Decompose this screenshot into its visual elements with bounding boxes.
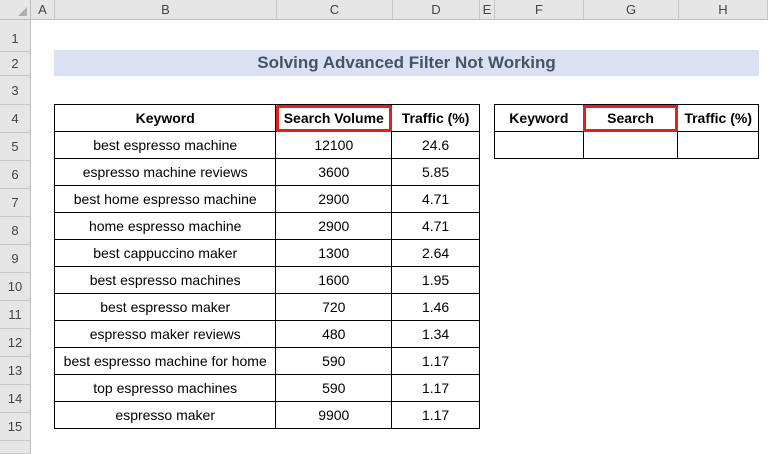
- criteria-keyword-cell[interactable]: [494, 131, 584, 159]
- criteria-header-traffic[interactable]: Traffic (%): [677, 104, 759, 132]
- traffic-cell[interactable]: 1.46: [391, 293, 480, 321]
- column-header-d[interactable]: D: [393, 0, 480, 20]
- header-keyword[interactable]: Keyword: [53, 104, 277, 132]
- keyword-cell[interactable]: best home espresso machine: [53, 185, 277, 213]
- header-traffic[interactable]: Traffic (%): [391, 104, 480, 132]
- sheet-title: Solving Advanced Filter Not Working: [54, 50, 759, 76]
- column-header-a[interactable]: A: [31, 0, 55, 20]
- traffic-cell[interactable]: 5.85: [391, 158, 480, 186]
- traffic-cell[interactable]: 2.64: [391, 239, 480, 267]
- volume-cell[interactable]: 720: [275, 293, 393, 321]
- volume-cell[interactable]: 2900: [275, 185, 393, 213]
- table-row: home espresso machine 2900 4.71: [53, 212, 480, 240]
- table-row: best espresso maker 720 1.46: [53, 293, 480, 321]
- criteria-value-row: [494, 131, 759, 159]
- table-row: best espresso machines 1600 1.95: [53, 266, 480, 294]
- volume-cell[interactable]: 9900: [275, 401, 393, 429]
- volume-cell[interactable]: 590: [275, 374, 393, 402]
- keyword-cell[interactable]: best cappuccino maker: [53, 239, 277, 267]
- traffic-cell[interactable]: 1.17: [391, 347, 480, 375]
- header-search-volume[interactable]: Search Volume: [275, 104, 393, 132]
- volume-cell[interactable]: 12100: [275, 131, 393, 159]
- keyword-cell[interactable]: home espresso machine: [53, 212, 277, 240]
- traffic-cell[interactable]: 4.71: [391, 212, 480, 240]
- criteria-traffic-cell[interactable]: [677, 131, 759, 159]
- table-row: top espresso machines 590 1.17: [53, 374, 480, 402]
- volume-cell[interactable]: 590: [275, 347, 393, 375]
- row-header-3[interactable]: 3: [0, 76, 31, 105]
- volume-cell[interactable]: 3600: [275, 158, 393, 186]
- table-row: best cappuccino maker 1300 2.64: [53, 239, 480, 267]
- row-header-13[interactable]: 13: [0, 357, 31, 385]
- column-header-g[interactable]: G: [584, 0, 679, 20]
- row-header-11[interactable]: 11: [0, 301, 31, 329]
- keyword-cell[interactable]: best espresso maker: [53, 293, 277, 321]
- row-header-8[interactable]: 8: [0, 217, 31, 245]
- criteria-search-cell[interactable]: [582, 131, 679, 159]
- row-header-9[interactable]: 9: [0, 245, 31, 273]
- traffic-cell[interactable]: 1.95: [391, 266, 480, 294]
- select-all-corner[interactable]: [0, 0, 31, 20]
- column-header-h[interactable]: H: [679, 0, 768, 20]
- keyword-cell[interactable]: espresso maker reviews: [53, 320, 277, 348]
- criteria-header-search[interactable]: Search: [582, 104, 679, 132]
- row-header-7[interactable]: 7: [0, 189, 31, 217]
- traffic-cell[interactable]: 1.17: [391, 374, 480, 402]
- row-header-6[interactable]: 6: [0, 161, 31, 189]
- keyword-cell[interactable]: espresso machine reviews: [53, 158, 277, 186]
- row-header-16-partial: [0, 441, 31, 454]
- data-table-header-row: Keyword Search Volume Traffic (%): [53, 104, 480, 132]
- row-header-10[interactable]: 10: [0, 273, 31, 301]
- keyword-cell[interactable]: best espresso machine for home: [53, 347, 277, 375]
- volume-cell[interactable]: 1300: [275, 239, 393, 267]
- select-all-icon: [18, 7, 27, 16]
- volume-cell[interactable]: 2900: [275, 212, 393, 240]
- table-row: espresso maker 9900 1.17: [53, 401, 480, 429]
- traffic-cell[interactable]: 24.6: [391, 131, 480, 159]
- traffic-cell[interactable]: 4.71: [391, 185, 480, 213]
- volume-cell[interactable]: 480: [275, 320, 393, 348]
- row-header-15[interactable]: 15: [0, 413, 31, 441]
- keyword-cell[interactable]: best espresso machine: [53, 131, 277, 159]
- row-header-5[interactable]: 5: [0, 133, 31, 161]
- criteria-table: Keyword Search Traffic (%): [494, 104, 759, 159]
- column-header-c[interactable]: C: [277, 0, 393, 20]
- column-header-e[interactable]: E: [480, 0, 495, 20]
- table-row: best home espresso machine 2900 4.71: [53, 185, 480, 213]
- row-header-2[interactable]: 2: [0, 52, 31, 76]
- keyword-cell[interactable]: top espresso machines: [53, 374, 277, 402]
- criteria-header-row: Keyword Search Traffic (%): [494, 104, 759, 132]
- row-header-14[interactable]: 14: [0, 385, 31, 413]
- row-header-4[interactable]: 4: [0, 105, 31, 133]
- keyword-cell[interactable]: espresso maker: [53, 401, 277, 429]
- data-table: Keyword Search Volume Traffic (%) best e…: [53, 104, 480, 429]
- criteria-header-keyword[interactable]: Keyword: [494, 104, 584, 132]
- table-row: best espresso machine 12100 24.6: [53, 131, 480, 159]
- column-header-f[interactable]: F: [495, 0, 584, 20]
- table-row: espresso maker reviews 480 1.34: [53, 320, 480, 348]
- table-row: espresso machine reviews 3600 5.85: [53, 158, 480, 186]
- row-header-12[interactable]: 12: [0, 329, 31, 357]
- column-header-bar: A B C D E F G H: [0, 0, 768, 21]
- table-row: best espresso machine for home 590 1.17: [53, 347, 480, 375]
- traffic-cell[interactable]: 1.34: [391, 320, 480, 348]
- keyword-cell[interactable]: best espresso machines: [53, 266, 277, 294]
- traffic-cell[interactable]: 1.17: [391, 401, 480, 429]
- row-header-1[interactable]: 1: [0, 20, 31, 52]
- column-header-b[interactable]: B: [55, 0, 277, 20]
- volume-cell[interactable]: 1600: [275, 266, 393, 294]
